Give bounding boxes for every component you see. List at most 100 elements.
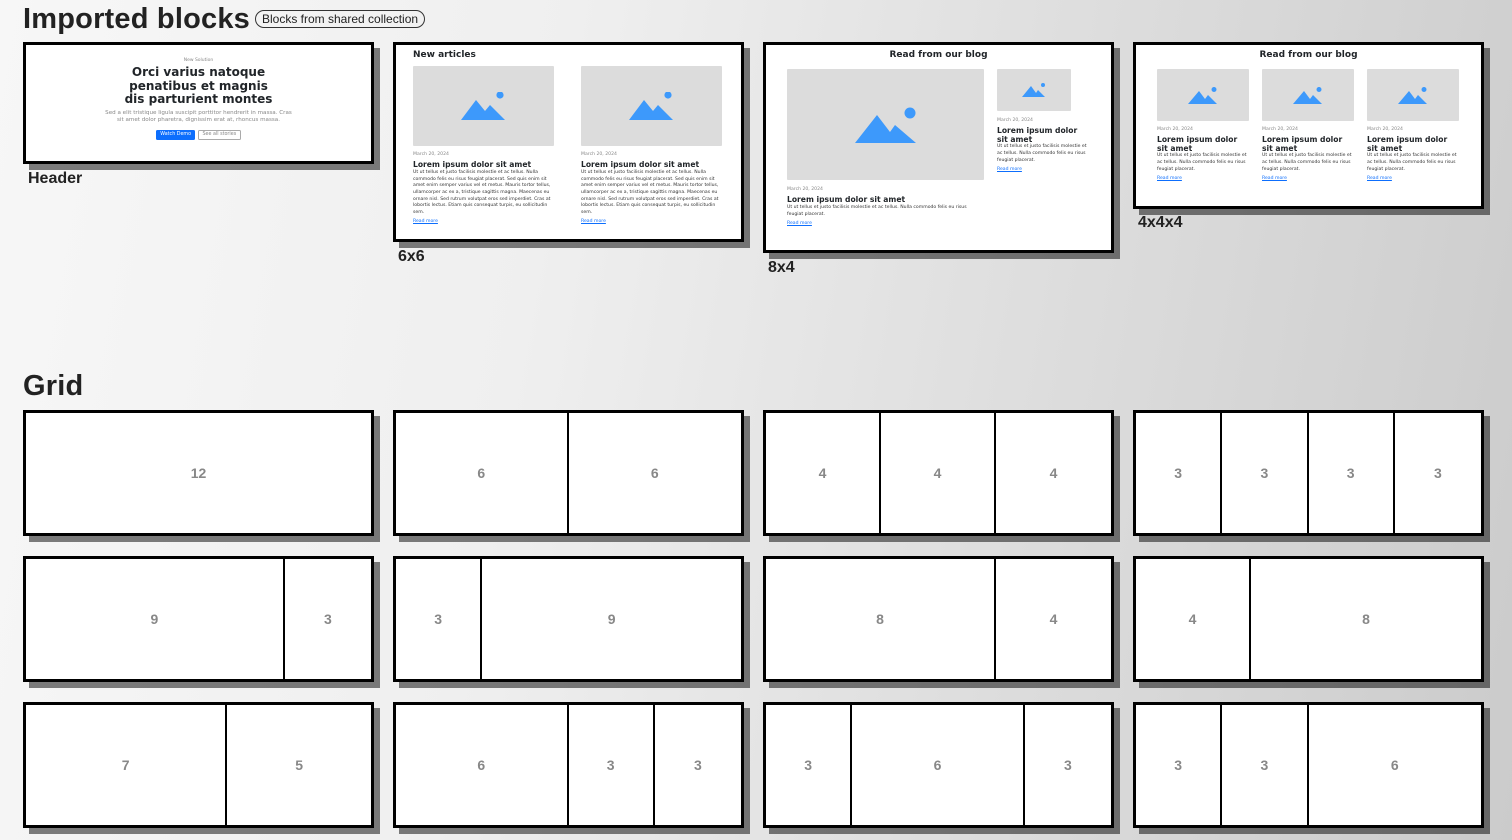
article-card: March 20, 2024 Lorem ipsum dolor sit ame… [581, 66, 722, 224]
read-more-link: Read more [787, 221, 812, 227]
grid-column-3: 3 [1222, 705, 1309, 825]
grid-layout-card-4x8[interactable]: 48 [1133, 556, 1484, 682]
article-card: March 20, 2024 Lorem ipsum dolor sit ame… [413, 66, 554, 224]
article-body: Ut ut tellus et justo facilisis molestie… [413, 169, 551, 216]
grid-layout-card-4x4x4[interactable]: 444 [763, 410, 1114, 536]
article-body: Ut ut tellus et justo facilisis molestie… [1262, 153, 1352, 172]
grid-column-3: 3 [1063, 757, 1072, 773]
grid-column-4: 4 [766, 413, 881, 533]
image-placeholder [581, 66, 722, 147]
article-card: March 20, 2024 Lorem ipsum dolor sit ame… [997, 69, 1089, 226]
six-six-block-preview: New articles March 20, 2024 Lorem ipsum … [413, 50, 724, 224]
grid-column-3: 3 [323, 611, 332, 627]
image-icon [1022, 83, 1045, 98]
grid-column-4: 4 [881, 413, 996, 533]
article-body: Ut ut tellus et justo facilisis molestie… [997, 144, 1087, 163]
grid-layout-card-3x9[interactable]: 39 [393, 556, 744, 682]
grid-column-12: 12 [190, 465, 207, 481]
article-date: March 20, 2024 [1367, 127, 1403, 133]
grid-layout-card-6x3x3[interactable]: 633 [393, 702, 744, 828]
four-four-four-heading: Read from our blog [1259, 50, 1358, 60]
article-body: Ut ut tellus et justo facilisis molestie… [1157, 153, 1247, 172]
grid-column-9: 9 [26, 559, 285, 679]
grid-column-3: 3 [569, 705, 655, 825]
image-placeholder [997, 69, 1071, 112]
eight-four-heading: Read from our blog [889, 50, 988, 60]
grid-layout-card-3x6x3[interactable]: 363 [763, 702, 1114, 828]
header-subtitle: Sed a elit tristique ligula suscipit por… [105, 109, 292, 124]
grid-layout-card-6x6[interactable]: 66 [393, 410, 744, 536]
grid-column-8: 8 [766, 559, 996, 679]
grid-column-8: 8 [1362, 611, 1370, 627]
grid-column-4: 4 [1049, 465, 1058, 481]
article-title: Lorem ipsum dolor sit amet [413, 160, 532, 170]
article-card: March 20, 2024 Lorem ipsum dolor sit ame… [1157, 69, 1249, 181]
block-label-header: Header [28, 170, 83, 187]
grid-column-3: 3 [1309, 413, 1395, 533]
article-date: March 20, 2024 [787, 187, 823, 193]
grid-column-6: 6 [852, 705, 1025, 825]
grid-layout-card-9x3[interactable]: 93 [23, 556, 374, 682]
article-title: Lorem ipsum dolor sit amet [1367, 135, 1448, 153]
grid-layout-card-12[interactable]: 12 [23, 410, 374, 536]
article-title: Lorem ipsum dolor sit amet [787, 195, 906, 205]
read-more-link: Read more [1262, 176, 1287, 182]
grid-column-3: 3 [1136, 413, 1223, 533]
grid-column-3: 3 [1222, 413, 1309, 533]
grid-column-4: 4 [1049, 611, 1058, 627]
article-card: March 20, 2024 Lorem ipsum dolor sit ame… [1262, 69, 1354, 181]
grid-column-6: 6 [650, 465, 659, 481]
grid-column-3: 3 [766, 705, 853, 825]
grid-column-3: 3 [1136, 705, 1223, 825]
block-card-8x4[interactable]: Read from our blog March 20, 2024 Lorem … [763, 42, 1114, 253]
article-date: March 20, 2024 [413, 152, 449, 158]
grid-layout-card-7x5[interactable]: 75 [23, 702, 374, 828]
grid-column-6: 6 [1390, 757, 1399, 773]
grid-layout-card-8x4[interactable]: 84 [763, 556, 1114, 682]
article-title: Lorem ipsum dolor sit amet [997, 126, 1078, 144]
article-date: March 20, 2024 [581, 152, 617, 158]
watch-demo-button: Watch Demo [156, 129, 196, 140]
article-title: Lorem ipsum dolor sit amet [1262, 135, 1343, 153]
article-date: March 20, 2024 [1262, 127, 1298, 133]
six-six-heading: New articles [413, 50, 476, 60]
article-body: Ut ut tellus et justo facilisis molestie… [1367, 153, 1457, 172]
grid-column-6: 6 [396, 413, 569, 533]
image-icon [1398, 86, 1427, 104]
article-title: Lorem ipsum dolor sit amet [1157, 135, 1238, 153]
see-all-stories-button: See all stories [198, 129, 241, 140]
grid-title: Grid [23, 370, 84, 402]
image-icon [1293, 86, 1322, 104]
article-body: Ut ut tellus et justo facilisis molestie… [581, 169, 719, 216]
image-placeholder [413, 66, 554, 147]
grid-column-3: 3 [396, 559, 483, 679]
grid-layout-card-3x3x6[interactable]: 33 6 [1133, 702, 1484, 828]
block-card-6x6[interactable]: New articles March 20, 2024 Lorem ipsum … [393, 42, 744, 242]
header-block-preview: New Solution Orci varius natoque penatib… [26, 45, 371, 140]
block-card-header[interactable]: New Solution Orci varius natoque penatib… [23, 42, 374, 164]
image-placeholder [1262, 69, 1354, 122]
grid-column-6: 6 [396, 705, 569, 825]
article-body: Ut ut tellus et justo facilisis molestie… [787, 204, 967, 217]
read-more-link: Read more [1367, 176, 1392, 182]
shared-collection-badge[interactable]: Blocks from shared collection [255, 10, 426, 28]
grid-column-3: 3 [693, 757, 702, 773]
block-label-8x4: 8x4 [768, 259, 795, 276]
header-eyebrow: New Solution [183, 58, 214, 63]
image-icon [1188, 86, 1217, 104]
article-card: March 20, 2024 Lorem ipsum dolor sit ame… [787, 69, 984, 226]
image-icon [854, 107, 916, 143]
eight-four-block-preview: Read from our blog March 20, 2024 Lorem … [787, 50, 1090, 226]
grid-column-4: 4 [1136, 559, 1251, 679]
article-date: March 20, 2024 [1157, 127, 1193, 133]
read-more-link: Read more [1157, 176, 1182, 182]
image-placeholder [787, 69, 984, 181]
imported-blocks-title: Imported blocks [23, 3, 250, 35]
block-card-4x4x4[interactable]: Read from our blog March 20, 2024 Lorem … [1133, 42, 1484, 209]
read-more-link: Read more [997, 167, 1022, 173]
grid-column-5: 5 [295, 757, 304, 773]
grid-layout-card-3x3x3x3[interactable]: 3333 [1133, 410, 1484, 536]
header-title: Orci varius natoque penatibus et magnis … [124, 65, 273, 106]
article-card: March 20, 2024 Lorem ipsum dolor sit ame… [1367, 69, 1459, 181]
image-placeholder [1367, 69, 1459, 122]
